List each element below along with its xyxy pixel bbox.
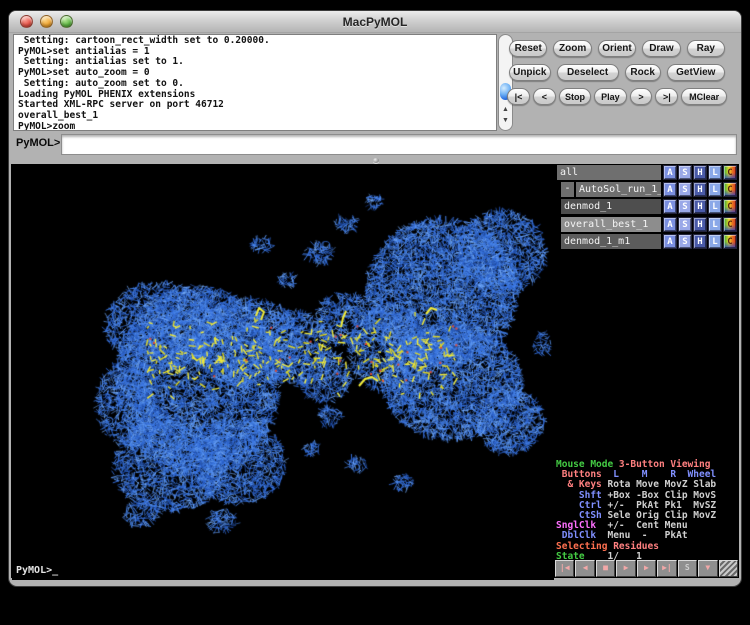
object-name-overall_best_1[interactable]: overall_best_1 (561, 217, 661, 232)
resize-grip[interactable] (719, 560, 738, 577)
splitter-handle[interactable] (373, 158, 379, 163)
object-name-denmod_1[interactable]: denmod_1 (561, 199, 661, 214)
a-menu-button-all[interactable]: A (663, 165, 677, 180)
button-getview[interactable]: GetView (667, 64, 725, 81)
c-menu-button-denmod_1[interactable]: C (723, 199, 737, 214)
object-panel: allASHLC-AutoSol_run_1_ASHLCdenmod_1ASHL… (554, 164, 739, 254)
l-menu-button-AutoSol_run_1_[interactable]: L (708, 182, 722, 197)
close-button[interactable] (20, 15, 33, 28)
upper-panel: Setting: cartoon_rect_width set to 0.200… (9, 33, 741, 164)
l-menu-button-overall_best_1[interactable]: L (708, 217, 722, 232)
prompt-label: PyMOL> (16, 137, 60, 149)
button-unpick[interactable]: Unpick (509, 64, 551, 81)
viewport-prompt: PyMOL>_ (16, 565, 58, 576)
mouse-panel[interactable]: Mouse Mode 3-Button Viewing Buttons L M … (556, 460, 740, 562)
molecule-viewport[interactable] (12, 164, 554, 580)
l-menu-button-denmod_1[interactable]: L (708, 199, 722, 214)
vcr-down-button[interactable]: ▼ (698, 560, 717, 577)
button-movie-nav-4[interactable]: > (630, 88, 653, 105)
app-window: MacPyMOL Setting: cartoon_rect_width set… (8, 10, 742, 587)
button-ray[interactable]: Ray (687, 40, 725, 57)
vcr-go-start-button[interactable]: |◀ (555, 560, 574, 577)
h-menu-button-denmod_1_m1[interactable]: H (693, 234, 707, 249)
button-rock[interactable]: Rock (625, 64, 661, 81)
s-menu-button-denmod_1[interactable]: S (678, 199, 692, 214)
s-menu-button-AutoSol_run_1_[interactable]: S (678, 182, 692, 197)
button-play[interactable]: Play (594, 88, 626, 105)
object-name-AutoSol_run_1_[interactable]: AutoSol_run_1_ (576, 182, 661, 197)
command-input[interactable] (61, 134, 737, 155)
vcr-go-end-button[interactable]: ▶| (657, 560, 676, 577)
c-menu-button-overall_best_1[interactable]: C (723, 217, 737, 232)
a-menu-button-denmod_1[interactable]: A (663, 199, 677, 214)
object-row-AutoSol_run_1_: -AutoSol_run_1_ASHLC (554, 181, 739, 198)
button-zoom[interactable]: Zoom (553, 40, 591, 57)
console-log: Setting: cartoon_rect_width set to 0.200… (18, 36, 496, 131)
button-movie-nav-1[interactable]: < (533, 88, 556, 105)
button-deselect[interactable]: Deselect (557, 64, 619, 81)
scroll-down-arrow[interactable]: ▼ (499, 117, 512, 125)
h-menu-button-all[interactable]: H (693, 165, 707, 180)
a-menu-button-denmod_1_m1[interactable]: A (663, 234, 677, 249)
vcr-s-toggle-button[interactable]: S (678, 560, 697, 577)
c-menu-button-denmod_1_m1[interactable]: C (723, 234, 737, 249)
window-title: MacPyMOL (9, 11, 741, 33)
vcr-step-forward-button[interactable]: ▶ (637, 560, 656, 577)
movie-button-row: |<<StopPlay>>|MClear (507, 88, 727, 105)
button-movie-nav-5[interactable]: >| (655, 88, 678, 105)
l-menu-button-denmod_1_m1[interactable]: L (708, 234, 722, 249)
object-row-denmod_1: denmod_1ASHLC (554, 198, 739, 215)
button-mclear[interactable]: MClear (681, 88, 727, 105)
button-draw[interactable]: Draw (642, 40, 680, 57)
minimize-button[interactable] (40, 15, 53, 28)
button-reset[interactable]: Reset (509, 40, 547, 57)
main-area: PyMOL>_ allASHLC-AutoSol_run_1_ASHLCdenm… (11, 164, 739, 578)
view-button-row: Reset Zoom Orient Draw Ray (509, 40, 725, 57)
s-menu-button-all[interactable]: S (678, 165, 692, 180)
s-menu-button-denmod_1_m1[interactable]: S (678, 234, 692, 249)
object-name-all[interactable]: all (557, 165, 661, 180)
a-menu-button-overall_best_1[interactable]: A (663, 217, 677, 232)
a-menu-button-AutoSol_run_1_[interactable]: A (663, 182, 677, 197)
pick-button-row: Unpick Deselect Rock GetView (509, 64, 725, 81)
c-menu-button-AutoSol_run_1_[interactable]: C (723, 182, 737, 197)
vcr-controls: |◀◀■▶▶▶|S▼ (555, 560, 738, 577)
title-bar[interactable]: MacPyMOL (9, 11, 741, 34)
h-menu-button-AutoSol_run_1_[interactable]: H (693, 182, 707, 197)
zoom-window-button[interactable] (60, 15, 73, 28)
vcr-step-back-button[interactable]: ◀ (575, 560, 594, 577)
scroll-up-arrow[interactable]: ▲ (499, 106, 512, 114)
h-menu-button-denmod_1[interactable]: H (693, 199, 707, 214)
collapse-toggle-icon[interactable]: - (561, 182, 574, 197)
button-stop[interactable]: Stop (559, 88, 591, 105)
right-panel: allASHLC-AutoSol_run_1_ASHLCdenmod_1ASHL… (554, 164, 739, 578)
object-name-denmod_1_m1[interactable]: denmod_1_m1 (561, 234, 661, 249)
object-row-denmod_1_m1: denmod_1_m1ASHLC (554, 233, 739, 250)
console-log-box[interactable]: Setting: cartoon_rect_width set to 0.200… (13, 34, 497, 131)
s-menu-button-overall_best_1[interactable]: S (678, 217, 692, 232)
button-movie-nav-0[interactable]: |< (507, 88, 530, 105)
vcr-stop-button[interactable]: ■ (596, 560, 615, 577)
object-row-all: allASHLC (554, 164, 739, 181)
h-menu-button-overall_best_1[interactable]: H (693, 217, 707, 232)
vcr-play-button[interactable]: ▶ (616, 560, 635, 577)
button-orient[interactable]: Orient (598, 40, 636, 57)
l-menu-button-all[interactable]: L (708, 165, 722, 180)
object-row-overall_best_1: overall_best_1ASHLC (554, 216, 739, 233)
c-menu-button-all[interactable]: C (723, 165, 737, 180)
